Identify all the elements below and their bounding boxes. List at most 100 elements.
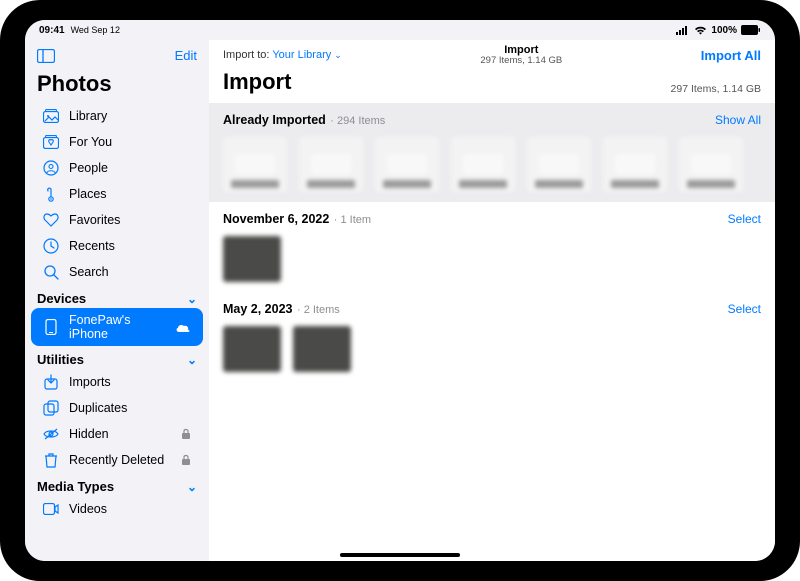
thumbnail-row [223, 236, 761, 282]
section-label: Media Types [37, 479, 114, 494]
sidebar-item-label: Library [69, 109, 107, 123]
photo-thumbnail[interactable] [223, 236, 281, 282]
section-devices[interactable]: Devices ⌄ [25, 285, 209, 308]
sidebar-item-label: Recently Deleted [69, 453, 164, 467]
sidebar-item-videos[interactable]: Videos [31, 496, 203, 522]
group-title: Already Imported [223, 113, 326, 127]
phone-icon [43, 319, 59, 335]
photo-thumbnail[interactable] [223, 137, 287, 192]
heart-icon [43, 212, 59, 228]
show-all-button[interactable]: Show All [715, 113, 761, 127]
sidebar-item-label: Hidden [69, 427, 109, 441]
ipad-frame: 09:41 Wed Sep 12 100% [0, 0, 800, 581]
page-title: Import [223, 69, 291, 95]
photo-thumbnail[interactable] [527, 137, 591, 192]
sidebar-item-device[interactable]: FonePaw's iPhone [31, 308, 203, 346]
sidebar-item-hidden[interactable]: Hidden [31, 421, 203, 447]
sidebar-item-label: Imports [69, 375, 111, 389]
photo-thumbnail[interactable] [223, 326, 281, 372]
edit-button[interactable]: Edit [175, 48, 197, 63]
sidebar-item-label: Favorites [69, 213, 120, 227]
chevron-down-icon: ⌄ [187, 480, 197, 494]
places-icon [43, 186, 59, 202]
sidebar-item-imports[interactable]: Imports [31, 369, 203, 395]
home-indicator[interactable] [340, 553, 460, 557]
sidebar-item-label: Places [69, 187, 107, 201]
photo-thumbnail[interactable] [293, 326, 351, 372]
sidebar-toggle-icon[interactable] [37, 49, 55, 63]
main-panel: Import to: Your Library ⌄ Import 297 Ite… [209, 40, 775, 561]
group-date-1: November 6, 2022 · 1 Item Select [209, 202, 775, 292]
sidebar-item-label: For You [69, 135, 112, 149]
status-time: 09:41 [39, 25, 65, 36]
photo-thumbnail[interactable] [375, 137, 439, 192]
photo-thumbnail[interactable] [299, 137, 363, 192]
import-all-button[interactable]: Import All [701, 48, 761, 63]
photo-thumbnail[interactable] [451, 137, 515, 192]
hidden-icon [43, 426, 59, 442]
sidebar-item-deleted[interactable]: Recently Deleted [31, 447, 203, 473]
search-icon [43, 264, 59, 280]
thumbnail-row [223, 326, 761, 372]
status-date: Wed Sep 12 [71, 25, 120, 35]
import-to: Import to: Your Library ⌄ [223, 49, 342, 61]
header-subtitle: 297 Items, 1.14 GB [480, 56, 562, 66]
video-icon [43, 501, 59, 517]
sidebar-item-label: Duplicates [69, 401, 127, 415]
lock-icon [181, 428, 191, 440]
group-subtitle: · 294 Items [330, 115, 385, 127]
section-utilities[interactable]: Utilities ⌄ [25, 346, 209, 369]
group-title: November 6, 2022 [223, 212, 329, 226]
select-button[interactable]: Select [728, 212, 761, 226]
people-icon [43, 160, 59, 176]
sidebar-item-recents[interactable]: Recents [31, 233, 203, 259]
group-title: May 2, 2023 [223, 302, 293, 316]
group-date-2: May 2, 2023 · 2 Items Select [209, 292, 775, 382]
group-already-imported: Already Imported · 294 Items Show All [209, 103, 775, 202]
sidebar-item-duplicates[interactable]: Duplicates [31, 395, 203, 421]
group-subtitle: · 1 Item [334, 214, 371, 226]
import-icon [43, 374, 59, 390]
library-icon [43, 108, 59, 124]
sidebar-item-label: People [69, 161, 108, 175]
sidebar-item-foryou[interactable]: For You [31, 129, 203, 155]
group-subtitle: · 2 Items [297, 304, 340, 316]
foryou-icon [43, 134, 59, 150]
sidebar-item-places[interactable]: Places [31, 181, 203, 207]
trash-icon [43, 452, 59, 468]
battery-icon [741, 25, 761, 35]
sidebar: Edit Photos Library For You People [25, 40, 209, 561]
sidebar-item-search[interactable]: Search [31, 259, 203, 285]
status-bar: 09:41 Wed Sep 12 100% [25, 20, 775, 40]
chevron-down-icon: ⌄ [187, 292, 197, 306]
chevron-down-icon: ⌄ [334, 50, 342, 60]
sidebar-item-people[interactable]: People [31, 155, 203, 181]
import-to-dropdown[interactable]: Your Library ⌄ [272, 49, 342, 61]
select-button[interactable]: Select [728, 302, 761, 316]
sidebar-item-library[interactable]: Library [31, 103, 203, 129]
screen: 09:41 Wed Sep 12 100% [25, 20, 775, 561]
header-center: Import 297 Items, 1.14 GB [480, 44, 562, 67]
photo-thumbnail[interactable] [679, 137, 743, 192]
signal-icon [676, 26, 690, 35]
section-label: Utilities [37, 352, 84, 367]
sidebar-item-label: Search [69, 265, 109, 279]
duplicates-icon [43, 400, 59, 416]
photo-thumbnail[interactable] [603, 137, 667, 192]
sidebar-item-favorites[interactable]: Favorites [31, 207, 203, 233]
chevron-down-icon: ⌄ [187, 353, 197, 367]
clock-icon [43, 238, 59, 254]
wifi-icon [694, 26, 707, 35]
page-summary: 297 Items, 1.14 GB [671, 83, 761, 95]
sidebar-item-label: Videos [69, 502, 107, 516]
section-label: Devices [37, 291, 86, 306]
sidebar-item-label: FonePaw's iPhone [69, 313, 165, 341]
battery-percent: 100% [711, 25, 737, 36]
cloud-icon [175, 322, 191, 333]
lock-icon [181, 454, 191, 466]
section-media[interactable]: Media Types ⌄ [25, 473, 209, 496]
thumbnail-row [223, 137, 761, 192]
import-to-label: Import to: [223, 49, 269, 61]
app-title: Photos [25, 67, 209, 103]
sidebar-item-label: Recents [69, 239, 115, 253]
